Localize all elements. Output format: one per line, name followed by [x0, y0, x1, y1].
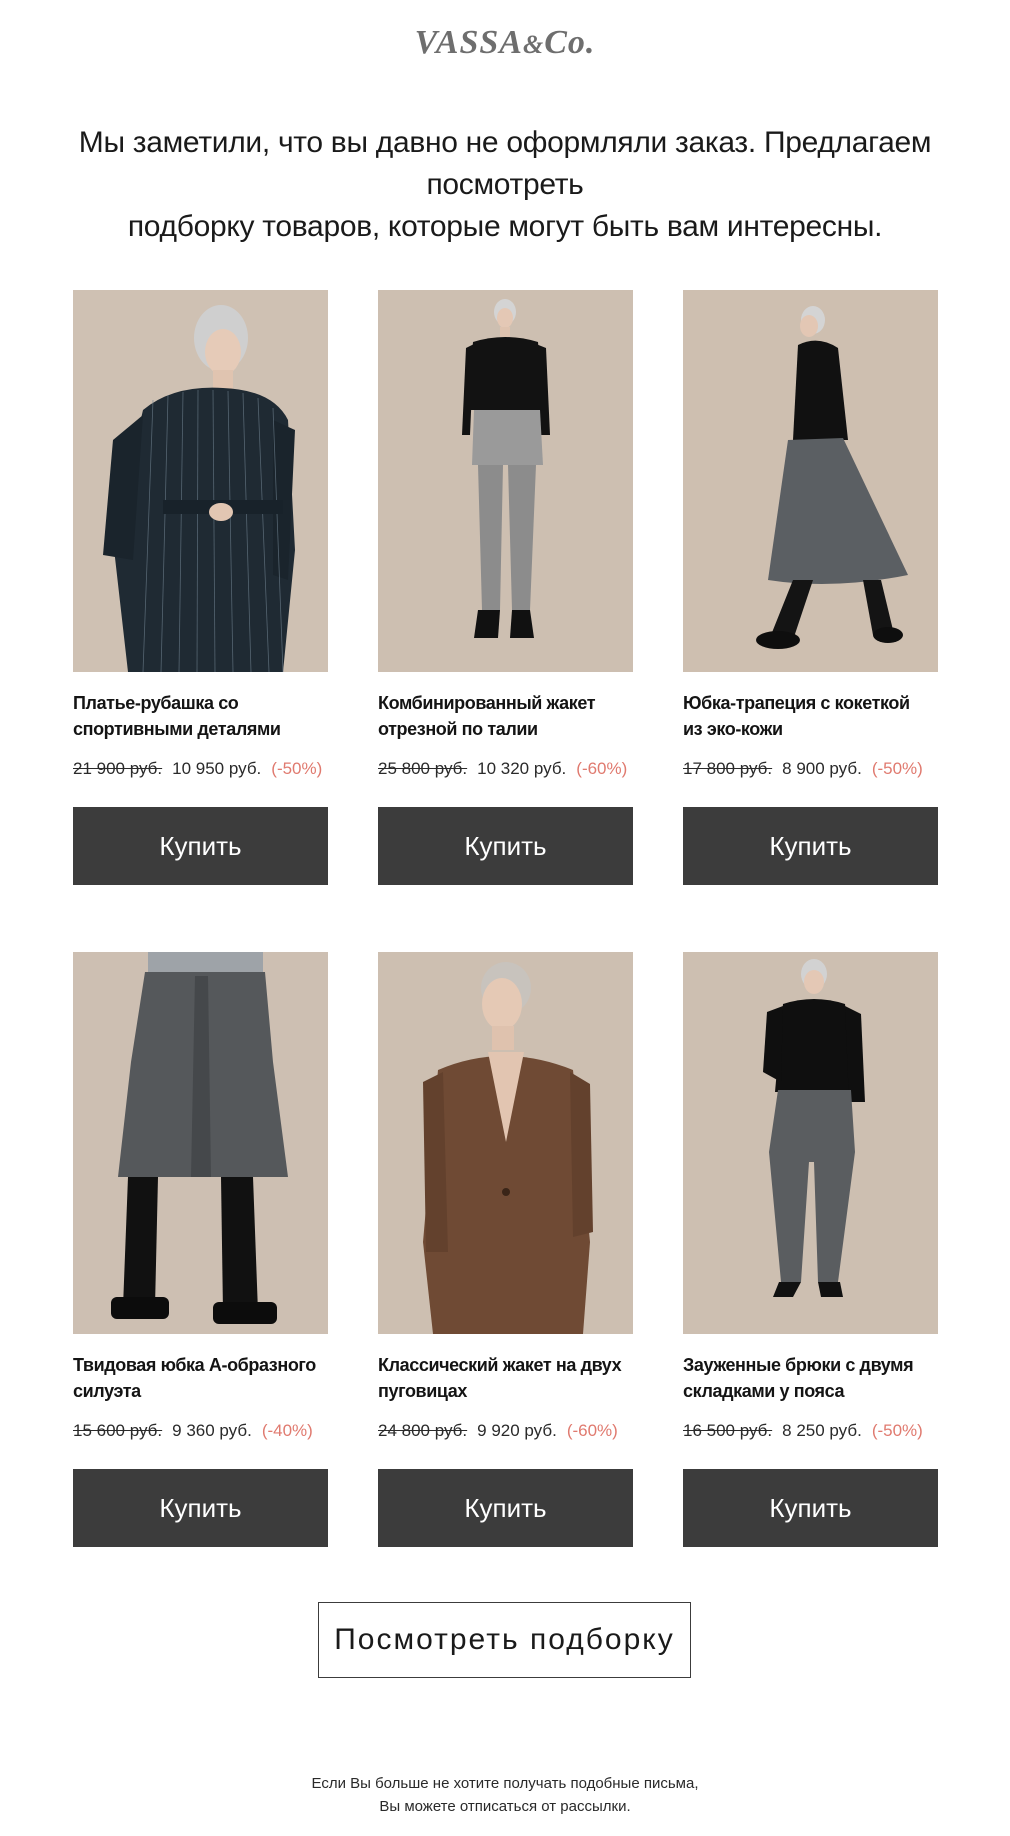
discount-badge: (-50%): [871, 1421, 923, 1440]
footer-text: Если Вы больше не хотите получать подобн…: [0, 1772, 1010, 1818]
buy-button[interactable]: Купить: [683, 1469, 938, 1547]
intro-text: Мы заметили, что вы давно не оформляли з…: [60, 122, 950, 248]
price-row: 16 500 руб. 8 250 руб. (-50%): [683, 1420, 938, 1442]
old-price: 16 500 руб.: [683, 1421, 773, 1440]
buy-button[interactable]: Купить: [73, 807, 328, 885]
brand-logo[interactable]: VASSA&Co.: [0, 24, 1010, 62]
footer-line-1: Если Вы больше не хотите получать подобн…: [311, 1775, 699, 1792]
product-name-line: силуэта: [73, 1381, 141, 1401]
buy-button[interactable]: Купить: [683, 807, 938, 885]
old-price: 24 800 руб.: [378, 1421, 468, 1440]
old-price: 25 800 руб.: [378, 759, 468, 778]
product-name-line: Зауженные брюки с двумя: [683, 1355, 914, 1375]
discount-badge: (-40%): [261, 1421, 313, 1440]
product-name-line: складками у пояса: [683, 1381, 845, 1401]
product-photo-classic-jacket[interactable]: [378, 952, 633, 1334]
product-name[interactable]: Зауженные брюки с двумя складками у пояс…: [683, 1352, 938, 1404]
discount-badge: (-60%): [576, 759, 628, 778]
logo-amp: &: [522, 30, 545, 59]
product-card: Классический жакет на двух пуговицах 24 …: [378, 952, 633, 1547]
product-photo-tapered-trousers[interactable]: [683, 952, 938, 1334]
new-price: 8 250 руб.: [782, 1421, 862, 1440]
new-price: 8 900 руб.: [782, 759, 862, 778]
product-name-line: спортивными деталями: [73, 719, 281, 739]
price-row: 25 800 руб. 10 320 руб. (-60%): [378, 758, 633, 780]
product-card: Платье-рубашка со спортивными деталями 2…: [73, 290, 328, 885]
product-card: Комбинированный жакет отрезной по талии …: [378, 290, 633, 885]
logo-main: VASSA: [414, 24, 523, 61]
new-price: 9 920 руб.: [477, 1421, 557, 1440]
product-card: Зауженные брюки с двумя складками у пояс…: [683, 952, 938, 1547]
product-photo-dress-shirt[interactable]: [73, 290, 328, 672]
new-price: 10 320 руб.: [477, 759, 567, 778]
discount-badge: (-50%): [871, 759, 923, 778]
old-price: 17 800 руб.: [683, 759, 773, 778]
product-name[interactable]: Комбинированный жакет отрезной по талии: [378, 690, 633, 742]
logo-co: Co.: [544, 24, 596, 61]
price-row: 15 600 руб. 9 360 руб. (-40%): [73, 1420, 328, 1442]
price-row: 21 900 руб. 10 950 руб. (-50%): [73, 758, 328, 780]
product-name-line: Платье-рубашка со: [73, 693, 239, 713]
price-row: 24 800 руб. 9 920 руб. (-60%): [378, 1420, 633, 1442]
buy-button[interactable]: Купить: [73, 1469, 328, 1547]
product-name[interactable]: Классический жакет на двух пуговицах: [378, 1352, 633, 1404]
buy-button[interactable]: Купить: [378, 807, 633, 885]
product-photo-combined-jacket[interactable]: [378, 290, 633, 672]
product-name-line: пуговицах: [378, 1381, 467, 1401]
buy-button[interactable]: Купить: [378, 1469, 633, 1547]
product-card: Юбка-трапеция с кокеткой из эко-кожи 17 …: [683, 290, 938, 885]
price-row: 17 800 руб. 8 900 руб. (-50%): [683, 758, 938, 780]
product-name-line: Твидовая юбка А-образного: [73, 1355, 316, 1375]
product-name[interactable]: Юбка-трапеция с кокеткой из эко-кожи: [683, 690, 938, 742]
product-name-line: отрезной по талии: [378, 719, 538, 739]
new-price: 9 360 руб.: [172, 1421, 252, 1440]
product-name-line: Комбинированный жакет: [378, 693, 596, 713]
product-name-line: Юбка-трапеция с кокеткой: [683, 693, 910, 713]
product-photo-trapeze-skirt[interactable]: [683, 290, 938, 672]
email-page: VASSA&Co. Мы заметили, что вы давно не о…: [0, 0, 1010, 1836]
discount-badge: (-50%): [271, 759, 323, 778]
new-price: 10 950 руб.: [172, 759, 262, 778]
unsubscribe-link[interactable]: Вы можете отписаться от рассылки.: [379, 1798, 630, 1815]
product-card: Твидовая юбка А-образного силуэта 15 600…: [73, 952, 328, 1547]
old-price: 21 900 руб.: [73, 759, 163, 778]
product-name-line: из эко-кожи: [683, 719, 783, 739]
view-collection-button[interactable]: Посмотреть подборку: [318, 1602, 691, 1678]
intro-line-1: Мы заметили, что вы давно не оформляли з…: [78, 126, 932, 201]
product-name[interactable]: Твидовая юбка А-образного силуэта: [73, 1352, 328, 1404]
product-photo-tweed-skirt[interactable]: [73, 952, 328, 1334]
product-name[interactable]: Платье-рубашка со спортивными деталями: [73, 690, 328, 742]
discount-badge: (-60%): [566, 1421, 618, 1440]
old-price: 15 600 руб.: [73, 1421, 163, 1440]
product-name-line: Классический жакет на двух: [378, 1355, 622, 1375]
intro-line-2: подборку товаров, которые могут быть вам…: [127, 210, 883, 243]
